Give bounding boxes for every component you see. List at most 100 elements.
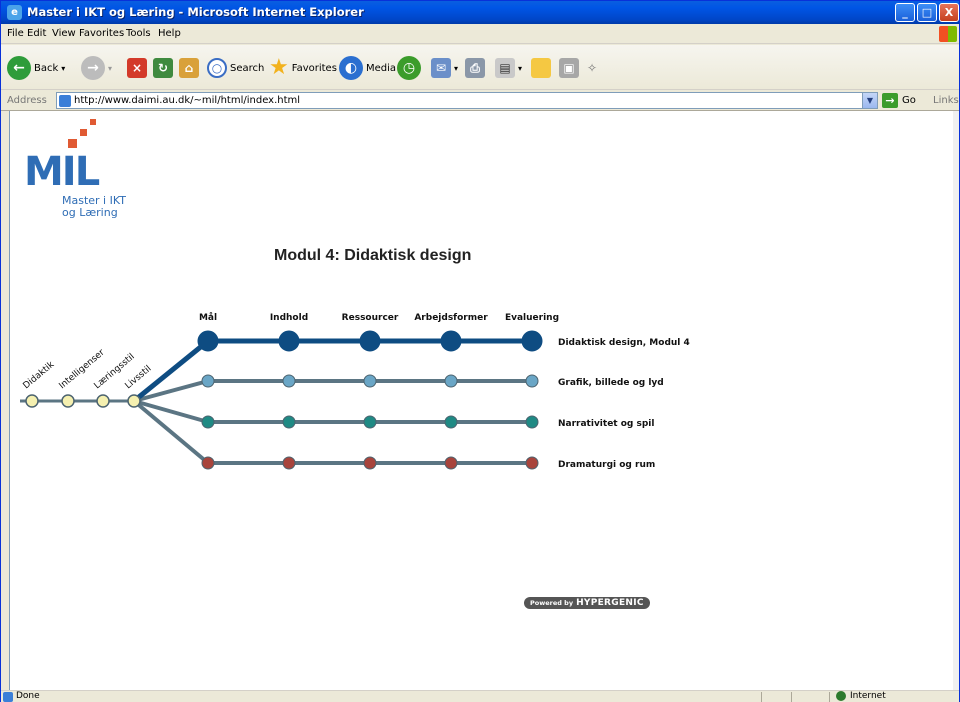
maximize-button[interactable]: □ <box>917 3 937 22</box>
security-zone: Internet <box>836 691 886 701</box>
windows-logo-icon <box>939 26 957 42</box>
left-station-node[interactable] <box>127 394 141 408</box>
status-text: Done <box>16 691 40 701</box>
column-header[interactable]: Ressourcer <box>342 313 399 323</box>
standard-toolbar: ← Back ▾ → ▾ × ↻ ⌂ ○ Search ★ Favorites … <box>1 45 959 90</box>
station-node[interactable] <box>282 415 296 429</box>
station-node[interactable] <box>201 456 215 470</box>
column-header[interactable]: Mål <box>199 312 217 323</box>
station-node[interactable] <box>444 456 458 470</box>
refresh-button[interactable]: ↻ <box>153 55 173 81</box>
search-icon: ○ <box>207 58 227 78</box>
close-button[interactable]: X <box>939 3 959 22</box>
page-content: MIL Master i IKT og Læring Modul 4: Dida… <box>9 111 953 691</box>
station-node[interactable] <box>282 456 296 470</box>
line-label[interactable]: Narrativitet og spil <box>558 419 654 429</box>
station-node[interactable] <box>525 374 539 388</box>
go-button[interactable]: → Go <box>882 93 916 108</box>
links-toolbar[interactable]: Links <box>933 95 959 106</box>
forward-arrow-icon: → <box>81 56 105 80</box>
research-icon: ✧ <box>587 61 598 75</box>
menu-tools[interactable]: Tools <box>126 28 151 39</box>
edit-button[interactable]: ▤ ▾ <box>495 55 522 81</box>
line-label[interactable]: Didaktisk design, Modul 4 <box>558 338 690 348</box>
station-node[interactable] <box>359 330 381 352</box>
media-button[interactable]: ◐ Media <box>339 55 396 81</box>
station-node[interactable] <box>363 374 377 388</box>
left-station-label[interactable]: Didaktik <box>22 359 57 391</box>
line-label[interactable]: Grafik, billede og lyd <box>558 378 664 388</box>
station-node[interactable] <box>363 415 377 429</box>
stop-icon: × <box>127 58 147 78</box>
folder-icon <box>531 58 551 78</box>
star-icon: ★ <box>269 55 289 80</box>
left-station-node[interactable] <box>96 394 110 408</box>
menu-help[interactable]: Help <box>158 28 181 39</box>
left-station-node[interactable] <box>25 394 39 408</box>
menu-favorites[interactable]: Favorites <box>79 28 124 39</box>
back-button[interactable]: ← Back ▾ <box>7 55 65 81</box>
column-header[interactable]: Arbejdsformer <box>414 313 488 323</box>
mil-logo[interactable]: MIL Master i IKT og Læring <box>24 119 144 229</box>
forward-dropdown-icon: ▾ <box>108 63 113 73</box>
column-header[interactable]: Evaluering <box>505 313 559 323</box>
back-dropdown-icon: ▾ <box>61 63 66 73</box>
history-icon: ◷ <box>397 56 421 80</box>
logo-mark: MIL <box>24 149 100 195</box>
station-node[interactable] <box>525 415 539 429</box>
home-icon: ⌂ <box>179 58 199 78</box>
mail-icon: ✉ <box>431 58 451 78</box>
menu-edit[interactable]: Edit <box>27 28 46 39</box>
forward-button[interactable]: → ▾ <box>81 55 112 81</box>
research-button[interactable]: ✧ <box>587 55 597 81</box>
address-dropdown-icon[interactable]: ▼ <box>862 93 877 108</box>
zone-label: Internet <box>850 691 886 701</box>
station-node[interactable] <box>444 374 458 388</box>
vertical-scrollbar[interactable] <box>953 111 959 691</box>
logo-square <box>90 119 96 125</box>
status-bar: Done Internet <box>1 690 959 702</box>
menu-file[interactable]: File <box>7 28 24 39</box>
left-station-node[interactable] <box>61 394 75 408</box>
edit-icon: ▤ <box>495 58 515 78</box>
search-button[interactable]: ○ Search <box>207 55 264 81</box>
refresh-icon: ↻ <box>153 58 173 78</box>
folder-button[interactable] <box>531 55 551 81</box>
station-node[interactable] <box>278 330 300 352</box>
station-node[interactable] <box>201 415 215 429</box>
station-node[interactable] <box>444 415 458 429</box>
address-input[interactable]: http://www.daimi.au.dk/~mil/html/index.h… <box>56 92 878 109</box>
status-divider <box>791 692 792 702</box>
line-label[interactable]: Dramaturgi og rum <box>558 460 655 470</box>
powered-by-badge[interactable]: Powered by HYPERGENIC <box>524 597 650 609</box>
window-icon: ▣ <box>559 58 579 78</box>
media-label: Media <box>366 62 397 74</box>
menu-view[interactable]: View <box>52 28 76 39</box>
station-node[interactable] <box>525 456 539 470</box>
messenger-button[interactable]: ▣ <box>559 55 579 81</box>
go-arrow-icon: → <box>882 93 898 108</box>
station-node[interactable] <box>363 456 377 470</box>
station-node[interactable] <box>282 374 296 388</box>
status-divider <box>761 692 762 702</box>
station-node[interactable] <box>440 330 462 352</box>
back-arrow-icon: ← <box>7 56 31 80</box>
home-button[interactable]: ⌂ <box>179 55 199 81</box>
stop-button[interactable]: × <box>127 55 147 81</box>
column-header[interactable]: Indhold <box>270 313 308 323</box>
minimize-button[interactable]: _ <box>895 3 915 22</box>
mail-button[interactable]: ✉ ▾ <box>431 55 458 81</box>
metro-diagram: Didaktisk design, Modul 4 Grafik, billede… <box>20 312 690 470</box>
page-title: Modul 4: Didaktisk design <box>274 247 472 264</box>
station-node[interactable] <box>197 330 219 352</box>
powered-brand: HYPERGENIC <box>576 598 644 608</box>
search-label: Search <box>230 62 265 74</box>
station-node[interactable] <box>521 330 543 352</box>
print-button[interactable]: ⎙ <box>465 55 485 81</box>
status-divider <box>829 692 830 702</box>
favorites-button[interactable]: ★ Favorites <box>269 55 337 81</box>
go-label: Go <box>902 95 916 106</box>
mail-dropdown-icon: ▾ <box>454 63 459 73</box>
history-button[interactable]: ◷ <box>397 55 421 81</box>
station-node[interactable] <box>201 374 215 388</box>
